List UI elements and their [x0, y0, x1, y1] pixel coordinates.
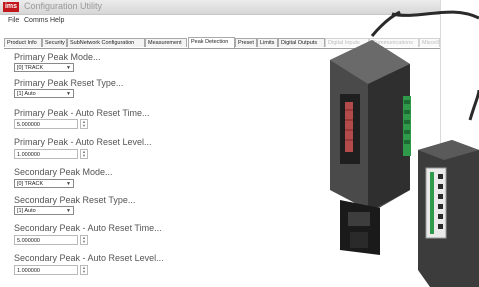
cable: [370, 10, 401, 37]
cable: [468, 89, 479, 121]
device-photo: [330, 10, 479, 287]
cable: [391, 10, 479, 20]
main-transmitter-device: [330, 40, 411, 255]
secondary-transmitter-device: [418, 89, 479, 287]
